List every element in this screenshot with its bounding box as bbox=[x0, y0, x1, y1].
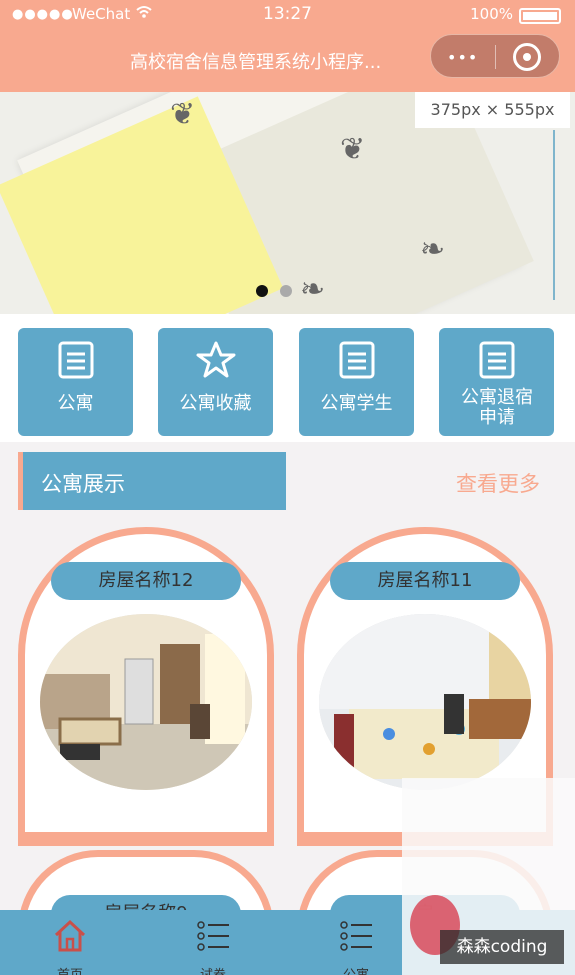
watermark: 森森coding bbox=[440, 930, 564, 964]
document-icon bbox=[339, 341, 375, 379]
apartment-photo[interactable] bbox=[319, 614, 531, 790]
tab-exam[interactable]: 试卷 bbox=[143, 910, 283, 975]
close-miniprogram-button[interactable] bbox=[513, 43, 541, 71]
wechat-capsule: ••• bbox=[430, 34, 560, 78]
top-bar: ●●●●● WeChat 13:27 100% 高校宿舍信息管理系统小程序...… bbox=[0, 0, 575, 92]
leaf-icon: ❦ bbox=[340, 132, 366, 167]
dimension-label: 375px × 555px bbox=[415, 92, 570, 128]
document-icon bbox=[58, 341, 94, 379]
menu-item-label: 公寓收藏 bbox=[179, 393, 252, 414]
apartment-name: 房屋名称11 bbox=[330, 562, 520, 600]
capsule-divider bbox=[495, 45, 496, 69]
apartment-card[interactable]: 房屋名称12 bbox=[18, 527, 274, 846]
leaf-icon: ❧ bbox=[300, 272, 326, 307]
tab-home[interactable]: 首页 bbox=[0, 910, 140, 975]
menu-item-apartment[interactable]: 公寓 bbox=[18, 328, 133, 436]
menu-item-label: 公寓退宿申请 bbox=[461, 387, 533, 428]
indicator-dot-active[interactable] bbox=[256, 285, 268, 297]
leaf-icon: ❦ bbox=[170, 97, 196, 132]
tab-label: 试卷 bbox=[143, 964, 283, 975]
menu-item-favorites[interactable]: 公寓收藏 bbox=[158, 328, 273, 436]
more-button[interactable]: ••• bbox=[447, 48, 478, 67]
tab-label: 首页 bbox=[0, 964, 140, 975]
menu-item-label: 公寓 bbox=[57, 393, 94, 414]
document-icon bbox=[479, 341, 515, 379]
menu-item-label: 公寓学生 bbox=[320, 393, 393, 414]
page-title: 高校宿舍信息管理系统小程序... bbox=[130, 52, 382, 73]
home-icon bbox=[54, 919, 86, 952]
quick-menu: 公寓 公寓收藏 公寓学生 公寓退宿申请 bbox=[0, 314, 575, 442]
scroll-edge bbox=[553, 130, 555, 300]
section-header: 公寓展示 bbox=[18, 452, 286, 510]
list-icon bbox=[340, 921, 372, 951]
battery-icon bbox=[519, 8, 561, 24]
list-icon bbox=[197, 921, 229, 951]
section-title: 公寓展示 bbox=[41, 472, 125, 496]
status-bar: ●●●●● WeChat 13:27 100% bbox=[0, 0, 575, 30]
star-icon bbox=[196, 341, 236, 378]
view-more-link[interactable]: 查看更多 bbox=[456, 468, 540, 498]
indicator-dot[interactable] bbox=[280, 285, 292, 297]
battery-percent: 100% bbox=[470, 5, 513, 23]
menu-item-students[interactable]: 公寓学生 bbox=[299, 328, 414, 436]
apartment-name: 房屋名称12 bbox=[51, 562, 241, 600]
menu-item-checkout[interactable]: 公寓退宿申请 bbox=[439, 328, 554, 436]
apartment-photo[interactable] bbox=[40, 614, 252, 790]
leaf-icon: ❧ bbox=[420, 232, 446, 267]
